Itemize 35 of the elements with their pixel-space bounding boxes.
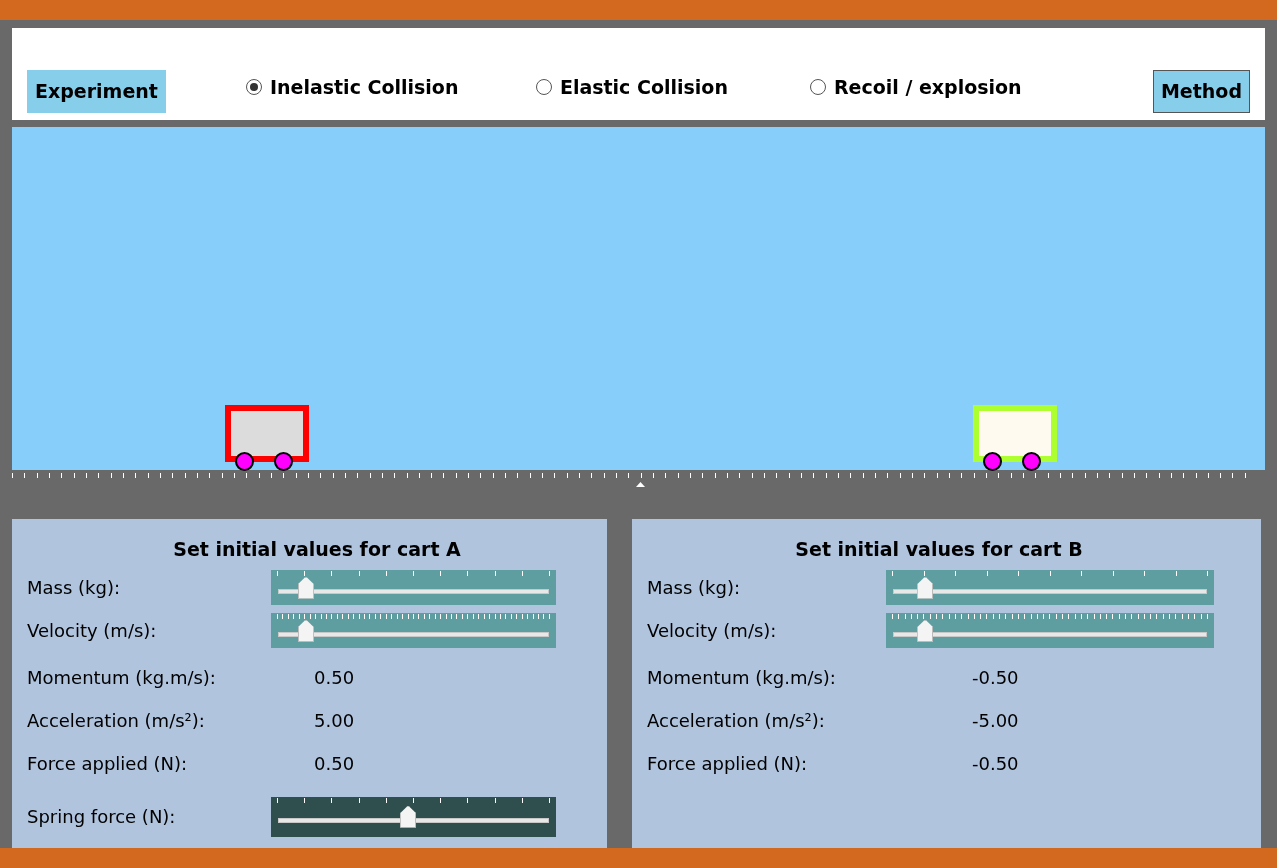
slider-thumb[interactable] [917,576,934,599]
field-label: Momentum (kg.m/s): [27,665,217,690]
mode-radio[interactable]: Elastic Collision [535,72,810,101]
origin-marker-icon [636,482,645,487]
slider[interactable] [271,612,556,648]
slider[interactable] [271,569,556,605]
field-label: Force applied (N): [647,751,809,776]
field-label: Velocity (m/s): [27,618,158,643]
panel-title: Set initial values for cart B [794,537,1084,562]
slider[interactable] [271,796,556,837]
slider-thumb[interactable] [400,805,417,828]
field-label: Velocity (m/s): [647,618,778,643]
slider-thumb[interactable] [917,619,934,642]
field-label: Mass (kg): [27,575,121,600]
field-label: Acceleration (m/s²): [647,708,826,733]
field-value: 0.50 [314,751,355,776]
mode-radio[interactable]: Inelastic Collision [245,72,536,101]
slider[interactable] [886,612,1214,648]
mode-radio[interactable]: Recoil / explosion [809,72,1084,101]
field-value: -5.00 [972,708,1019,733]
field-value: -0.50 [972,665,1019,690]
slider-thumb[interactable] [297,619,314,642]
slider-thumb[interactable] [297,576,314,599]
field-label: Momentum (kg.m/s): [647,665,837,690]
experiment-button[interactable]: Experiment [27,70,166,113]
field-value: 0.50 [314,665,355,690]
field-value: 5.00 [314,708,355,733]
slider[interactable] [886,569,1214,605]
field-label: Spring force (N): [27,805,177,829]
field-label: Mass (kg): [647,575,741,600]
field-label: Force applied (N): [27,751,189,776]
panel-title: Set initial values for cart A [172,537,462,562]
field-label: Acceleration (m/s²): [27,708,206,733]
field-value: -0.50 [972,751,1019,776]
method-button[interactable]: Method [1152,70,1250,113]
